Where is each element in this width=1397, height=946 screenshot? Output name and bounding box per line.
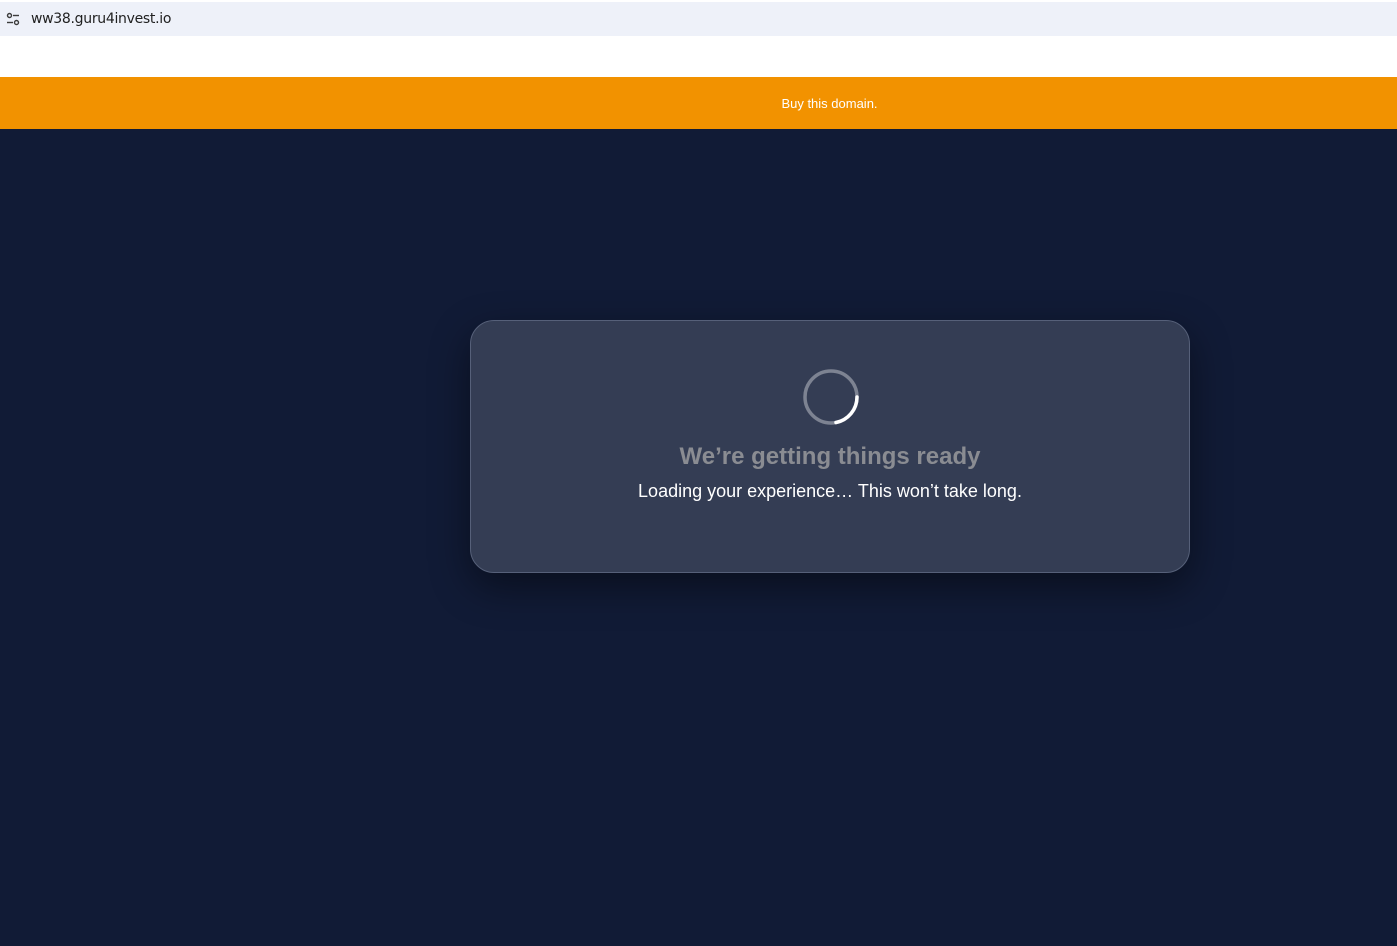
loading-card: We’re getting things ready Loading your … (470, 320, 1190, 573)
browser-address-bar[interactable]: ww38.guru4invest.io (0, 2, 1397, 36)
browser-toolbar-spacer (0, 36, 1397, 77)
loading-subtext: Loading your experience… This won’t take… (638, 481, 1022, 501)
loading-spinner-icon (803, 369, 859, 425)
loading-heading: We’re getting things ready (679, 443, 981, 470)
buy-domain-link[interactable]: Buy this domain. (781, 96, 877, 111)
buy-domain-banner: Buy this domain. (0, 77, 1397, 129)
main-content: We’re getting things ready Loading your … (0, 129, 1397, 946)
site-settings-icon[interactable] (0, 2, 26, 36)
url-text[interactable]: ww38.guru4invest.io (31, 11, 171, 27)
